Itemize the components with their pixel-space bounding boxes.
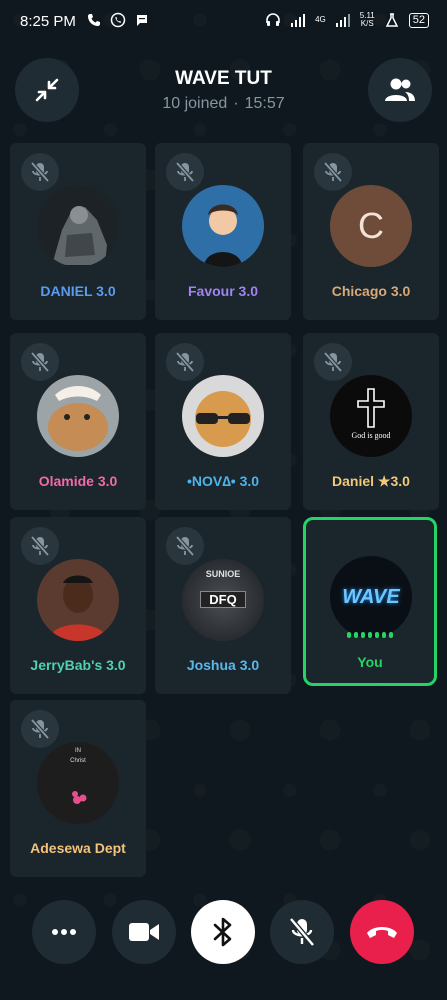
participant-tile[interactable]: WAVE You (303, 517, 437, 686)
microphone-off-icon (323, 161, 343, 183)
microphone-off-icon (30, 718, 50, 740)
video-camera-icon (129, 923, 159, 941)
avatar-letter: C (330, 185, 412, 267)
participant-name: Daniel ★3.0 (332, 473, 410, 489)
video-button[interactable] (112, 900, 176, 964)
participant-tile[interactable]: God is good Daniel ★3.0 (303, 333, 439, 510)
avatar: SUNIOE DFQ (182, 559, 264, 641)
microphone-off-icon (175, 351, 195, 373)
status-time: 8:25 PM (20, 13, 76, 30)
avatar: IN Christ (37, 742, 119, 824)
signal-icon-2 (335, 14, 350, 27)
more-dots-icon (52, 929, 76, 935)
participant-name: Favour 3.0 (187, 283, 259, 299)
avatar (37, 185, 119, 267)
participant-name: You (357, 654, 383, 670)
lab-flask-icon (385, 13, 398, 27)
muted-indicator (21, 153, 59, 191)
avatar (182, 185, 264, 267)
hang-up-icon (367, 927, 397, 938)
network-type: 4G (315, 15, 326, 24)
more-options-button[interactable] (32, 900, 96, 964)
whatsapp-icon (110, 12, 126, 28)
avatar: C (330, 185, 412, 267)
microphone-off-icon (30, 161, 50, 183)
participant-tile[interactable]: IN Christ Adesewa Dept (10, 700, 146, 877)
participant-tile[interactable]: SUNIOE DFQ Joshua 3.0 (155, 517, 291, 694)
avatar (37, 375, 119, 457)
call-duration: 15:57 (244, 95, 285, 112)
end-call-button[interactable] (350, 900, 414, 964)
avatar-text-2: Christ (70, 758, 86, 764)
microphone-off-icon (30, 535, 50, 557)
participant-tile[interactable]: •NOV∆• 3.0 (155, 333, 291, 510)
avatar-text-1: IN (75, 748, 81, 754)
headphones-icon (266, 13, 280, 26)
message-icon (137, 15, 147, 26)
participant-name: Adesewa Dept (30, 840, 126, 856)
muted-indicator (21, 527, 59, 565)
status-bar: 8:25 PM 4G 5.11 K/S 52 (0, 0, 447, 44)
muted-indicator (314, 153, 352, 191)
microphone-off-icon (30, 351, 50, 373)
logo-text: WAVE (342, 585, 400, 608)
data-speed: 5.11 K/S (359, 11, 375, 28)
participant-tile[interactable]: C Chicago 3.0 (303, 143, 439, 320)
phone-icon (88, 14, 100, 26)
separator: · (233, 95, 239, 112)
microphone-off-icon (289, 917, 315, 947)
muted-indicator (166, 343, 204, 381)
signal-icon (291, 14, 306, 27)
battery-indicator: 52 (408, 12, 429, 28)
participant-name: •NOV∆• 3.0 (186, 473, 260, 489)
participant-tile[interactable]: DANIEL 3.0 (10, 143, 146, 320)
microphone-off-icon (323, 351, 343, 373)
avatar-caption: God is good (351, 431, 391, 440)
participant-name: Olamide 3.0 (38, 473, 118, 489)
speaking-indicator (306, 632, 434, 638)
participants-button[interactable] (368, 58, 432, 122)
participant-name: Chicago 3.0 (331, 283, 411, 299)
avatar: WAVE (330, 556, 412, 638)
logo-main-text: DFQ (200, 591, 246, 608)
microphone-off-icon (175, 535, 195, 557)
bluetooth-audio-button[interactable] (191, 900, 255, 964)
logo-top-text: SUNIOE (205, 569, 241, 579)
participant-tile[interactable]: Olamide 3.0 (10, 333, 146, 510)
participant-name: Joshua 3.0 (186, 657, 260, 673)
avatar (182, 375, 264, 457)
group-icon (385, 78, 415, 101)
participant-name: DANIEL 3.0 (40, 283, 116, 299)
participant-name: JerryBab's 3.0 (30, 657, 126, 673)
mute-button[interactable] (270, 900, 334, 964)
bluetooth-icon (213, 917, 232, 947)
avatar (37, 559, 119, 641)
joined-count: 10 joined (162, 95, 228, 112)
microphone-off-icon (175, 161, 195, 183)
participant-tile[interactable]: JerryBab's 3.0 (10, 517, 146, 694)
avatar: God is good (330, 375, 412, 457)
cross-icon (357, 388, 385, 428)
participant-tile[interactable]: Favour 3.0 (155, 143, 291, 320)
muted-indicator (166, 153, 204, 191)
muted-indicator (21, 343, 59, 381)
